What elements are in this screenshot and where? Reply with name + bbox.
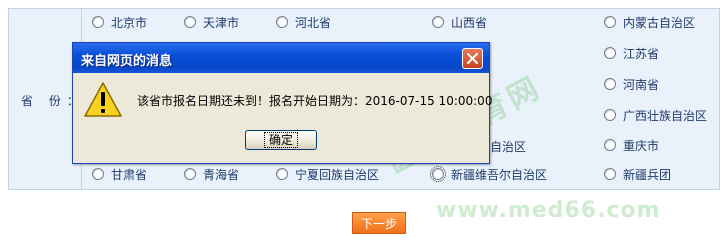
- close-button[interactable]: [462, 48, 483, 69]
- radio-button[interactable]: [604, 78, 616, 90]
- dialog-title: 来自网页的消息: [81, 54, 173, 69]
- radio-button[interactable]: [92, 16, 104, 28]
- option-label: 新疆兵团: [623, 167, 672, 182]
- radio-button[interactable]: [184, 168, 196, 180]
- option-label: 宁夏回族自治区: [295, 167, 380, 182]
- option-neimenggu[interactable]: 内蒙古自治区: [604, 14, 695, 30]
- option-label: 江苏省: [623, 46, 660, 61]
- option-label-partial: 自治区: [490, 140, 527, 154]
- radio-button[interactable]: [432, 16, 444, 28]
- option-jiangsu[interactable]: 江苏省: [604, 45, 659, 61]
- option-qinghai[interactable]: 青海省: [184, 166, 239, 182]
- watermark-url: www.med66.com: [436, 198, 661, 223]
- alert-dialog: 来自网页的消息 该省市报名日期还未到！报名开始日期为：2016-07-15 10…: [72, 42, 493, 164]
- option-gansu[interactable]: 甘肃省: [92, 166, 147, 182]
- option-label: 北京市: [111, 15, 148, 30]
- option-label: 河南省: [623, 77, 660, 92]
- ok-button[interactable]: 确定: [245, 130, 317, 150]
- option-label: 内蒙古自治区: [623, 15, 696, 30]
- radio-button[interactable]: [604, 139, 616, 151]
- option-tianjin[interactable]: 天津市: [184, 14, 239, 30]
- radio-button[interactable]: [604, 109, 616, 121]
- radio-button[interactable]: [604, 16, 616, 28]
- ok-button-label: 确定: [263, 132, 299, 148]
- radio-button[interactable]: [276, 16, 288, 28]
- radio-button[interactable]: [276, 168, 288, 180]
- option-label: 天津市: [203, 15, 240, 30]
- radio-button[interactable]: [430, 166, 446, 182]
- radio-button[interactable]: [184, 16, 196, 28]
- close-icon: [467, 53, 478, 64]
- next-step-button[interactable]: 下一步: [352, 212, 406, 234]
- option-beijing[interactable]: 北京市: [92, 14, 147, 30]
- option-label: 山西省: [451, 15, 488, 30]
- option-label: 青海省: [203, 167, 240, 182]
- dialog-message: 该省市报名日期还未到！报名开始日期为：2016-07-15 10:00:00: [137, 94, 493, 108]
- option-ningxia[interactable]: 宁夏回族自治区: [276, 166, 379, 182]
- radio-button[interactable]: [92, 168, 104, 180]
- option-chongqing[interactable]: 重庆市: [604, 137, 659, 153]
- option-hebei[interactable]: 河北省: [276, 14, 331, 30]
- option-shanxi[interactable]: 山西省: [432, 14, 487, 30]
- option-label: 河北省: [295, 15, 332, 30]
- option-label: 甘肃省: [111, 167, 148, 182]
- option-bingtuan[interactable]: 新疆兵团: [604, 166, 671, 182]
- option-label: 重庆市: [623, 138, 660, 153]
- radio-button[interactable]: [604, 47, 616, 59]
- option-label: 广西壮族自治区: [623, 108, 708, 123]
- option-xinjiang[interactable]: 新疆维吾尔自治区: [430, 166, 548, 182]
- option-henan[interactable]: 河南省: [604, 76, 659, 92]
- option-label: 新疆维吾尔自治区: [451, 167, 548, 182]
- radio-button[interactable]: [604, 168, 616, 180]
- warning-icon: [84, 82, 122, 117]
- option-guangxi[interactable]: 广西壮族自治区: [604, 107, 707, 123]
- dialog-title-bar[interactable]: 来自网页的消息: [73, 43, 489, 73]
